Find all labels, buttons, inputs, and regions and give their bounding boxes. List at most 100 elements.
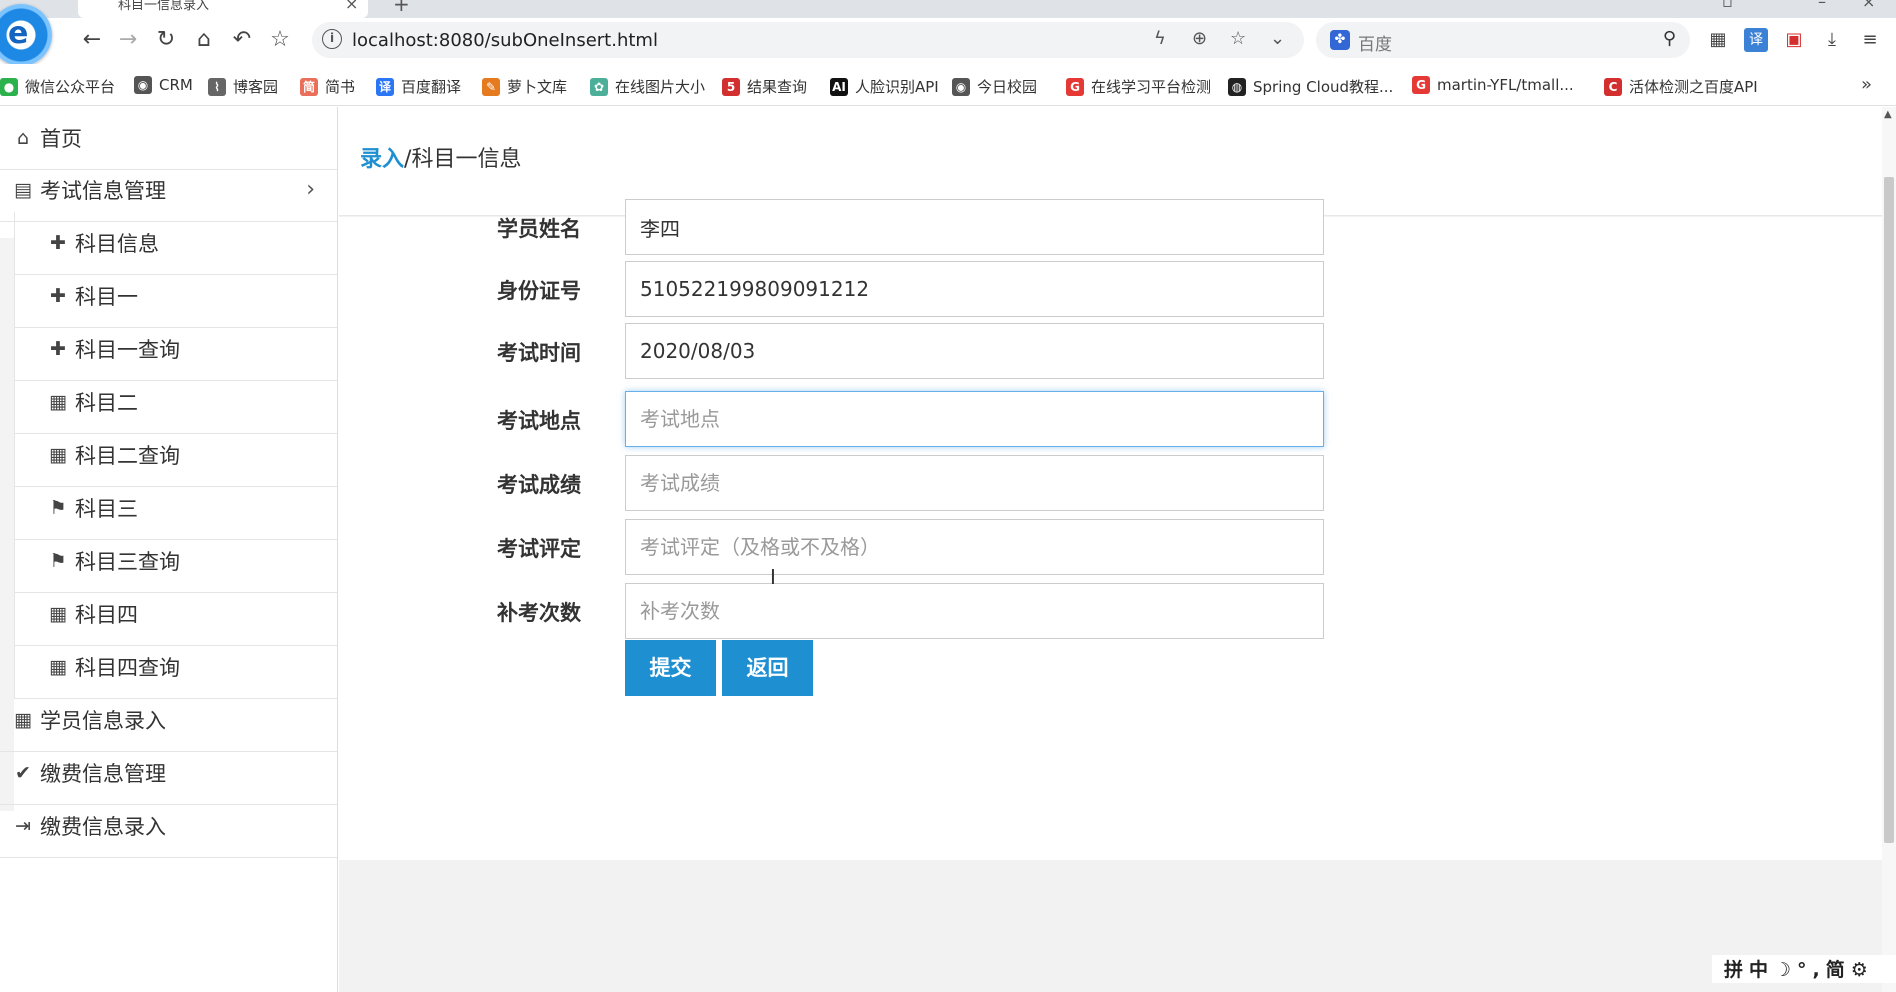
translate-icon[interactable]: 译 bbox=[1744, 28, 1768, 52]
submit-button[interactable]: 提交 bbox=[625, 640, 716, 696]
sidebar-item-label: 科目一查询 bbox=[75, 338, 180, 362]
sidebar-item-label: 缴费信息录入 bbox=[40, 815, 166, 839]
bookmark-label: 在线学习平台检测 bbox=[1091, 78, 1212, 96]
bookmark-item[interactable]: 译百度翻译 bbox=[376, 76, 461, 97]
puzzle-icon: ✚ bbox=[50, 285, 66, 307]
new-tab-icon[interactable]: + bbox=[393, 0, 410, 16]
chevron-down-icon[interactable]: ⌄ bbox=[1270, 28, 1285, 49]
field-label: 身份证号 bbox=[497, 279, 581, 303]
sidebar-item-label: 科目四 bbox=[75, 603, 138, 627]
form-row: 考试成绩 bbox=[339, 455, 1882, 511]
forward-icon[interactable]: → bbox=[114, 26, 142, 54]
close-window-icon[interactable]: × bbox=[1862, 0, 1875, 11]
bookmark-label: 简书 bbox=[325, 78, 356, 96]
back-icon[interactable]: ← bbox=[78, 26, 106, 54]
bookmark-item[interactable]: AI 人脸识别API bbox=[830, 76, 939, 97]
bookmark-label: 萝卜文库 bbox=[507, 78, 568, 96]
form-row: 考试时间 bbox=[339, 323, 1882, 379]
entry-form: 学员姓名身份证号考试时间考试地点考试成绩考试评定补考次数 提交 返回 bbox=[339, 199, 1882, 860]
form-row: 考试地点 bbox=[339, 391, 1882, 447]
form-input[interactable] bbox=[625, 583, 1324, 639]
sidebar-item-label: 科目二查询 bbox=[75, 444, 180, 468]
restore-window-icon[interactable]: ▫ bbox=[1722, 0, 1733, 11]
form-input[interactable] bbox=[625, 199, 1324, 255]
bookmark-item[interactable]: Gmartin-YFL/tmall... bbox=[1412, 76, 1574, 94]
bookmark-favicon-icon: ◍ bbox=[1228, 77, 1246, 96]
bookmark-item[interactable]: C 活体检测之百度API bbox=[1604, 76, 1758, 97]
search-icon[interactable]: ⚲ bbox=[1663, 28, 1676, 49]
form-input[interactable] bbox=[625, 261, 1324, 317]
bookmark-item[interactable]: ◍ Spring Cloud教程... bbox=[1228, 76, 1393, 97]
field-label: 考试成绩 bbox=[497, 473, 581, 497]
bookmark-favicon-icon: 5 bbox=[722, 77, 740, 96]
breadcrumb-current: 科目一信息 bbox=[411, 147, 522, 172]
bookmark-label: 结果查询 bbox=[747, 78, 808, 96]
undo-close-icon[interactable]: ↶ bbox=[228, 26, 256, 54]
minimize-window-icon[interactable]: – bbox=[1818, 0, 1826, 11]
sidebar: ⌂ 首页 ▤ 考试信息管理 › ✚ 科目信息 ✚ 科目一 ✚ 科目一查询 ▦ 科目二 ▦ 科目二查询 ⚑ 科目三… bbox=[0, 107, 338, 992]
form-input[interactable] bbox=[625, 519, 1324, 575]
baidu-icon: ✤ bbox=[1330, 30, 1350, 50]
favorite-star-icon[interactable]: ☆ bbox=[1230, 28, 1246, 49]
sidebar-item-label: 科目三查询 bbox=[75, 550, 180, 574]
field-label: 考试评定 bbox=[497, 537, 581, 561]
page-scrollbar[interactable]: ▲ bbox=[1882, 107, 1896, 992]
qr-code-icon[interactable]: ▦ bbox=[1706, 28, 1730, 52]
zoom-icon[interactable]: ⊕ bbox=[1192, 28, 1207, 49]
bookmark-item[interactable]: 简简书 bbox=[300, 76, 355, 97]
download-icon[interactable]: ⤓ bbox=[1820, 28, 1844, 52]
form-row: 补考次数 bbox=[339, 583, 1882, 639]
main-content: 录入/科目一信息 学员姓名身份证号考试时间考试地点考试成绩考试评定补考次数 提交… bbox=[339, 107, 1882, 992]
tab-title: 科目一信息录入 bbox=[118, 0, 210, 13]
reload-icon[interactable]: ↻ bbox=[152, 26, 180, 54]
ime-toolbar[interactable]: 拼中☽°,简⚙ bbox=[1712, 955, 1896, 983]
pdf-icon[interactable]: ▣ bbox=[1782, 28, 1806, 52]
bookmark-label: 微信公众平台 bbox=[25, 78, 116, 96]
bookmark-label: 博客园 bbox=[233, 78, 279, 96]
bookmark-label: martin-YFL/tmall... bbox=[1437, 76, 1574, 94]
text-cursor-icon: I bbox=[770, 565, 776, 589]
home-icon: ⌂ bbox=[16, 127, 30, 149]
back-button[interactable]: 返回 bbox=[722, 640, 813, 696]
sidebar-item-label: 科目一 bbox=[75, 285, 138, 309]
search-placeholder[interactable]: 百度 bbox=[1358, 30, 1392, 55]
home-icon[interactable]: ⌂ bbox=[190, 26, 218, 54]
page: ⌂ 首页 ▤ 考试信息管理 › ✚ 科目信息 ✚ 科目一 ✚ 科目一查询 ▦ 科目二 ▦ 科目二查询 ⚑ 科目三… bbox=[0, 107, 1896, 992]
scroll-up-icon[interactable]: ▲ bbox=[1884, 109, 1892, 120]
close-tab-icon[interactable]: × bbox=[345, 0, 358, 13]
browser-tab[interactable]: 科目一信息录入 bbox=[78, 0, 368, 18]
lightning-icon[interactable]: ϟ bbox=[1154, 28, 1166, 49]
sidebar-item[interactable]: ⇥ 缴费信息录入 bbox=[0, 795, 337, 858]
bookmark-label: 活体检测之百度API bbox=[1629, 78, 1758, 96]
form-input[interactable] bbox=[625, 455, 1324, 511]
bookmark-item[interactable]: ● 微信公众平台 bbox=[0, 76, 115, 97]
bookmark-item[interactable]: 5 结果查询 bbox=[722, 76, 807, 97]
puzzle-icon: ✚ bbox=[50, 338, 66, 360]
bookmark-favicon-icon: G bbox=[1412, 76, 1430, 94]
sidebar-item-label: 科目信息 bbox=[75, 232, 159, 256]
bookmark-item[interactable]: ✿ 在线图片大小 bbox=[590, 76, 705, 97]
breadcrumb-link[interactable]: 录入 bbox=[360, 147, 404, 172]
scrollbar-thumb[interactable] bbox=[1884, 177, 1894, 843]
more-bookmarks-icon[interactable]: » bbox=[1861, 74, 1872, 95]
bookmark-star-icon[interactable]: ☆ bbox=[266, 26, 294, 54]
sidebar-item-label: 首页 bbox=[40, 127, 82, 151]
bookmark-item[interactable]: ⌇ 博客园 bbox=[208, 76, 278, 97]
file-icon: ▤ bbox=[14, 179, 32, 201]
form-input[interactable] bbox=[625, 323, 1324, 379]
sidebar-item-label: 缴费信息管理 bbox=[40, 762, 166, 786]
url-text[interactable]: localhost:8080/subOneInsert.html bbox=[352, 30, 658, 51]
address-bar[interactable]: i localhost:8080/subOneInsert.html ϟ ⊕ ☆… bbox=[312, 22, 1304, 58]
form-input[interactable] bbox=[625, 391, 1324, 447]
form-row: 考试评定 bbox=[339, 519, 1882, 575]
bookmark-item[interactable]: G 在线学习平台检测 bbox=[1066, 76, 1211, 97]
menu-icon[interactable]: ≡ bbox=[1858, 28, 1882, 52]
bookmark-item[interactable]: ✎ 萝卜文库 bbox=[482, 76, 567, 97]
bookmark-item[interactable]: ◉ 今日校园 bbox=[952, 76, 1037, 97]
grid-icon: ▦ bbox=[49, 444, 67, 466]
browser-tab-strip: 科目一信息录入 × + ▫ – × bbox=[0, 0, 1896, 18]
site-info-icon[interactable]: i bbox=[322, 29, 342, 49]
bookmark-item[interactable]: ◉ CRM bbox=[134, 76, 193, 94]
search-box[interactable]: ✤ 百度 ⚲ bbox=[1316, 22, 1690, 58]
bookmark-favicon-icon: ⌇ bbox=[208, 77, 226, 96]
